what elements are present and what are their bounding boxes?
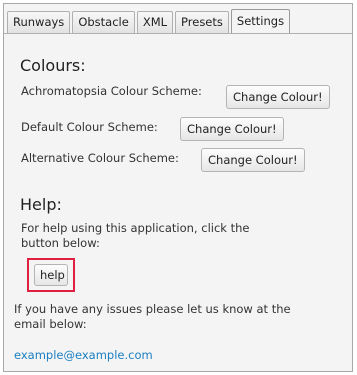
help-button-highlight: help (27, 258, 75, 292)
default-change-colour-button[interactable]: Change Colour! (180, 117, 284, 141)
settings-content: Colours: Achromatopsia Colour Scheme: Ch… (0, 0, 357, 375)
help-button[interactable]: help (34, 264, 68, 286)
tab-settings[interactable]: Settings (230, 9, 291, 33)
help-description-line-1: For help using this application, click t… (21, 221, 250, 235)
achromatopsia-label: Achromatopsia Colour Scheme: (21, 84, 202, 98)
issues-text-line-1: If you have any issues please let us kno… (14, 302, 291, 316)
issues-text-line-2: email below: (14, 317, 87, 331)
help-description-line-2: button below: (21, 236, 100, 250)
alternative-scheme-label: Alternative Colour Scheme: (21, 151, 179, 165)
help-description: For help using this application, click t… (21, 221, 249, 251)
alternative-change-colour-button[interactable]: Change Colour! (201, 148, 305, 172)
help-heading: Help: (20, 195, 62, 214)
achromatopsia-change-colour-button[interactable]: Change Colour! (226, 85, 330, 109)
issues-text: If you have any issues please let us kno… (14, 302, 291, 332)
default-scheme-label: Default Colour Scheme: (21, 120, 158, 134)
colours-heading: Colours: (20, 56, 86, 75)
support-email-link[interactable]: example@example.com (14, 348, 153, 362)
